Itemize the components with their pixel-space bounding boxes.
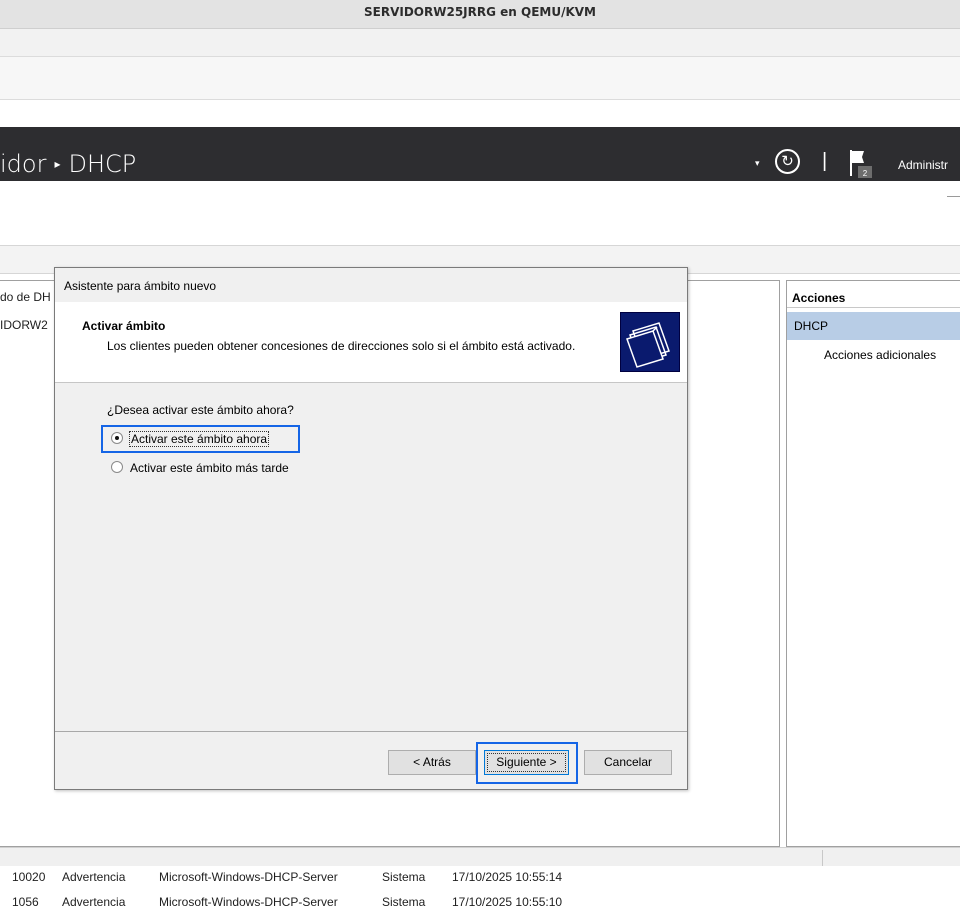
wizard-button-separator — [55, 731, 687, 732]
header-separator: | — [822, 150, 828, 172]
dialog-title: Asistente para ámbito nuevo — [64, 279, 217, 293]
next-button-label: Siguiente > — [496, 755, 557, 769]
actions-header: Acciones — [787, 288, 960, 308]
event-source: Microsoft-Windows-DHCP-Server — [159, 870, 338, 884]
tree-item-dhcp-root[interactable]: do de DH — [0, 290, 51, 304]
more-actions-link[interactable]: Acciones adicionales — [824, 348, 936, 362]
breadcrumb-separator-icon: ▸ — [54, 157, 61, 171]
activate-question: ¿Desea activar este ámbito ahora? — [107, 403, 294, 417]
event-source: Microsoft-Windows-DHCP-Server — [159, 895, 338, 909]
table-row[interactable]: 10020 Advertencia Microsoft-Windows-DHCP… — [0, 866, 960, 888]
event-id: 1056 — [12, 895, 39, 909]
event-log: Sistema — [382, 895, 426, 909]
event-id: 10020 — [12, 870, 46, 884]
refresh-icon[interactable]: ↻ — [775, 149, 800, 174]
vm-window-title: SERVIDORW25JRRG en QEMU/KVM — [0, 0, 960, 29]
cancel-button[interactable]: Cancelar — [584, 750, 672, 775]
content-header-area — [0, 181, 960, 246]
tree-item-server[interactable]: IDORW2 — [0, 318, 48, 332]
event-log: Sistema — [382, 870, 426, 884]
manage-menu[interactable]: Administr — [898, 158, 948, 172]
wizard-step-description: Los clientes pueden obtener concesiones … — [107, 339, 576, 353]
radio-activate-later-label[interactable]: Activar este ámbito más tarde — [130, 461, 289, 475]
chevron-down-icon[interactable]: ▾ — [755, 158, 760, 169]
actions-section-dhcp[interactable]: DHCP — [787, 312, 960, 340]
notifications-flag-icon[interactable]: 2 — [848, 148, 876, 178]
event-date: 17/10/2025 10:55:14 — [452, 870, 563, 884]
event-level: Advertencia — [62, 870, 126, 884]
vm-display-margin — [0, 100, 960, 127]
table-row[interactable]: 1056 Advertencia Microsoft-Windows-DHCP-… — [0, 891, 960, 913]
wizard-step-heading: Activar ámbito — [82, 319, 166, 333]
breadcrumb-current: DHCP — [68, 150, 137, 178]
notifications-count: 2 — [863, 169, 868, 178]
breadcrumb: idor ▸ DHCP — [0, 150, 136, 178]
radio-activate-later[interactable] — [111, 461, 123, 473]
wizard-folders-icon — [620, 312, 680, 372]
back-button[interactable]: < Atrás — [388, 750, 476, 775]
event-level: Advertencia — [62, 895, 126, 909]
minimize-pane-icon[interactable] — [947, 196, 960, 197]
radio-activate-now[interactable] — [111, 432, 123, 444]
next-button[interactable]: Siguiente > — [484, 750, 569, 775]
vm-menu-bar — [0, 29, 960, 57]
breadcrumb-parent[interactable]: idor — [0, 150, 46, 178]
actions-pane — [786, 280, 960, 847]
server-manager-header — [0, 127, 960, 181]
radio-activate-now-label[interactable]: Activar este ámbito ahora — [129, 431, 270, 447]
vm-toolbar — [0, 57, 960, 100]
event-date: 17/10/2025 10:55:10 — [452, 895, 563, 909]
